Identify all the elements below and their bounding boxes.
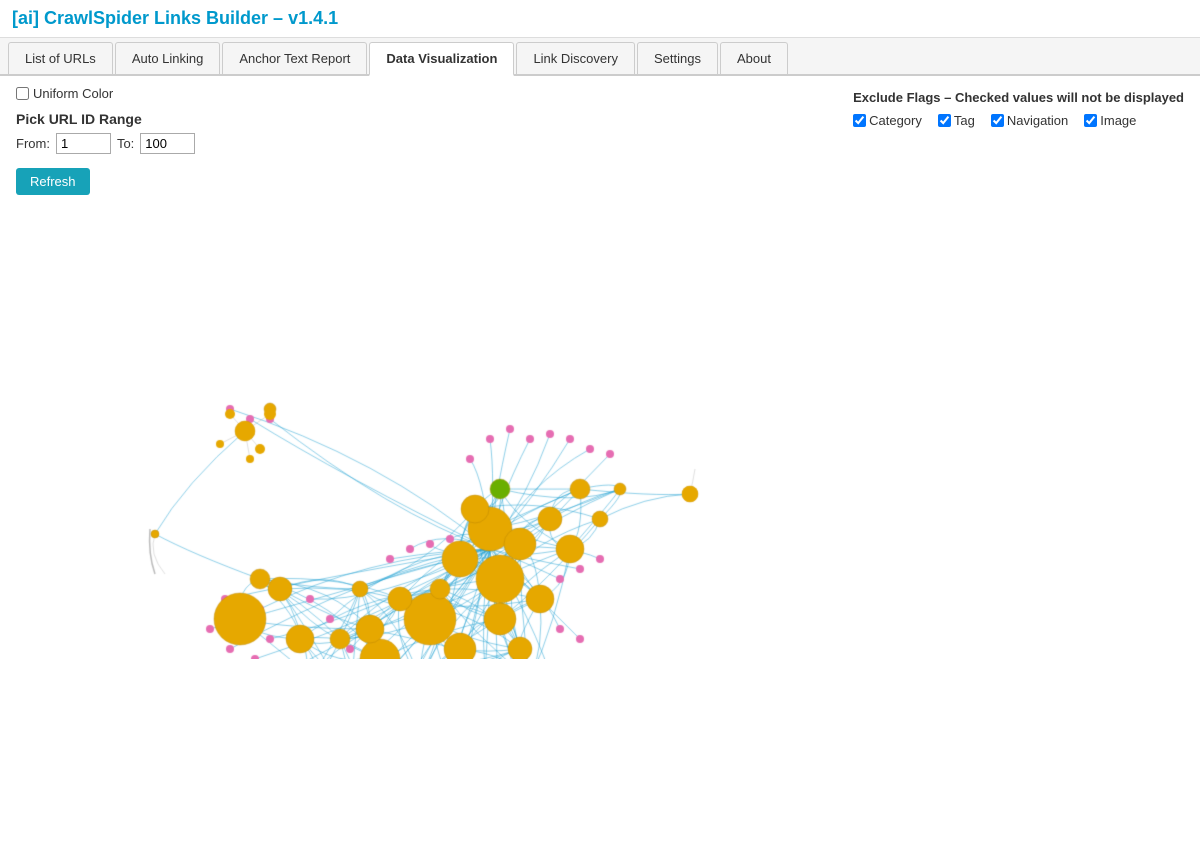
exclude-flags-checkboxes: Category Tag Navigation Image — [853, 113, 1184, 128]
uniform-color-label: Uniform Color — [33, 86, 113, 101]
tab-data-visualization[interactable]: Data Visualization — [369, 42, 514, 76]
exclude-flags-title: Exclude Flags – Checked values will not … — [853, 90, 1184, 105]
to-input[interactable] — [140, 133, 195, 154]
tab-list-of-urls[interactable]: List of URLs — [8, 42, 113, 74]
flag-checkbox-image[interactable] — [1084, 114, 1097, 127]
flag-label-image: Image — [1100, 113, 1136, 128]
to-label: To: — [117, 136, 134, 151]
tab-about[interactable]: About — [720, 42, 788, 74]
flag-checkbox-tag[interactable] — [938, 114, 951, 127]
flag-item-image: Image — [1084, 113, 1136, 128]
tab-link-discovery[interactable]: Link Discovery — [516, 42, 635, 74]
network-canvas — [0, 199, 1180, 659]
visualization-area — [0, 199, 1200, 659]
app-title: [ai] CrawlSpider Links Builder – v1.4.1 — [0, 0, 1200, 38]
flag-item-category: Category — [853, 113, 922, 128]
flag-checkbox-category[interactable] — [853, 114, 866, 127]
flag-label-tag: Tag — [954, 113, 975, 128]
flag-label-navigation: Navigation — [1007, 113, 1068, 128]
flag-item-tag: Tag — [938, 113, 975, 128]
flag-label-category: Category — [869, 113, 922, 128]
uniform-color-checkbox[interactable] — [16, 87, 29, 100]
url-range-title: Pick URL ID Range — [16, 111, 195, 127]
from-input[interactable] — [56, 133, 111, 154]
uniform-color-row: Uniform Color — [16, 86, 195, 101]
tab-anchor-text-report[interactable]: Anchor Text Report — [222, 42, 367, 74]
tab-auto-linking[interactable]: Auto Linking — [115, 42, 221, 74]
tab-settings[interactable]: Settings — [637, 42, 718, 74]
tab-bar: List of URLsAuto LinkingAnchor Text Repo… — [0, 38, 1200, 76]
refresh-button[interactable]: Refresh — [16, 168, 90, 195]
from-label: From: — [16, 136, 50, 151]
flag-checkbox-navigation[interactable] — [991, 114, 1004, 127]
flag-item-navigation: Navigation — [991, 113, 1068, 128]
